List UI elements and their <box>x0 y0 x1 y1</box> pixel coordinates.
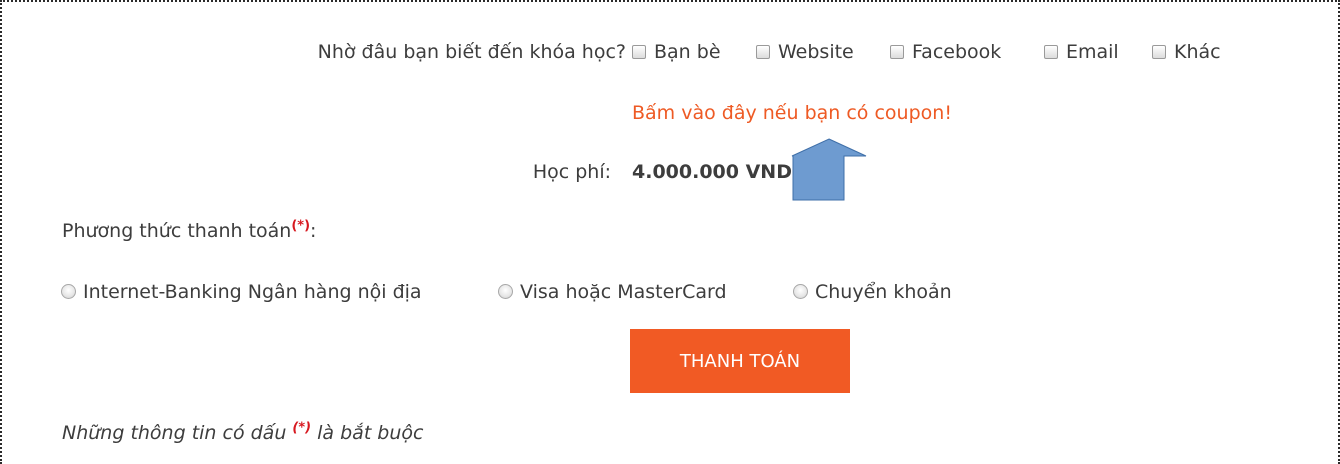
note-suffix: là bắt buộc <box>317 422 424 444</box>
fee-label: Học phí: <box>532 161 611 183</box>
checkbox[interactable] <box>1044 45 1058 59</box>
payment-methods: Internet-Banking Ngân hàng nội địa Visa … <box>61 280 1021 304</box>
coupon-link[interactable]: Bấm vào đây nếu bạn có coupon! <box>632 101 952 125</box>
radio-button[interactable] <box>498 284 513 299</box>
referral-option-label: Website <box>778 41 854 63</box>
payment-method-label: Phương thức thanh toán(*): <box>62 219 316 243</box>
payment-method-option-label: Visa hoặc MasterCard <box>520 281 727 303</box>
radio-button[interactable] <box>793 284 808 299</box>
required-mark: (*) <box>292 420 312 436</box>
fee-value: 4.000.000 VND <box>632 161 792 183</box>
radio-button[interactable] <box>61 284 76 299</box>
note-prefix: Những thông tin có dấu <box>62 422 287 444</box>
referral-option-label: Email <box>1066 41 1119 63</box>
referral-option-label: Khác <box>1174 41 1221 63</box>
checkbox[interactable] <box>890 45 904 59</box>
payment-method-option-label: Chuyển khoản <box>815 281 952 303</box>
payment-method-label-colon: : <box>310 220 317 242</box>
referral-question-label: Nhờ đâu bạn biết đến khóa học? <box>317 41 626 63</box>
checkbox[interactable] <box>632 45 646 59</box>
pay-button[interactable]: THANH TOÁN <box>630 329 850 393</box>
referral-options: Bạn bè Website Facebook Email Khác <box>632 40 1252 64</box>
checkbox[interactable] <box>1152 45 1166 59</box>
checkbox[interactable] <box>756 45 770 59</box>
referral-option-label: Bạn bè <box>654 41 721 63</box>
referral-option-label: Facebook <box>912 41 1002 63</box>
payment-method-label-text: Phương thức thanh toán <box>62 220 292 242</box>
required-mark: (*) <box>291 218 311 234</box>
required-fields-note: Những thông tin có dấu (*) là bắt buộc <box>62 421 423 445</box>
up-arrow-icon <box>791 138 867 201</box>
payment-method-option-label: Internet-Banking Ngân hàng nội địa <box>83 281 422 303</box>
